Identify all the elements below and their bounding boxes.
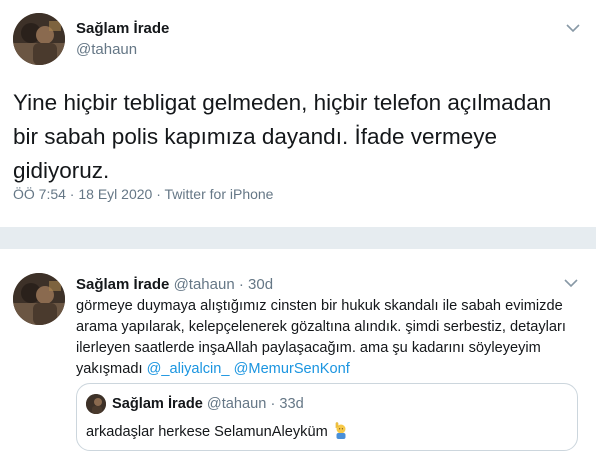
meta-separator: · [152,186,165,202]
reply-tweet-text-prefix: yakışmadı [76,361,147,377]
tweet-source[interactable]: Twitter for iPhone [165,186,274,202]
mention-link[interactable]: @MemurSenKonf [234,361,350,377]
reply-tweet-author-handle[interactable]: @tahaun [174,276,235,293]
quoted-tweet-text-content: arkadaşlar herkese SelamunAleyküm [86,424,328,440]
main-tweet-author-name[interactable]: Sağlam İrade [76,20,169,37]
header-dot: · [270,396,276,412]
reply-tweet-age[interactable]: 30d [248,276,273,293]
reply-tweet-text: görmeye duymaya alıştığımız cinsten bir … [76,296,581,380]
reply-tweet-text-line: yakışmadı @_aliyalcin_ @MemurSenKonf [76,359,581,380]
main-tweet-author-handle[interactable]: @tahaun [76,41,137,58]
mention-link[interactable]: @_aliyalcin_ [147,361,230,377]
quoted-tweet-avatar [86,394,106,414]
tweet-date[interactable]: 18 Eyl 2020 [78,186,152,202]
reply-tweet-text-line: arama yapılarak, kelepçelenerek gözaltın… [76,319,566,335]
reply-tweet-avatar[interactable] [13,273,65,325]
main-tweet-text-line: gidiyoruz. [13,158,110,183]
quoted-tweet-text: arkadaşlar herkese SelamunAleyküm [86,422,349,440]
header-dot: · [238,276,244,293]
chevron-down-icon[interactable] [566,20,580,36]
reply-tweet-text-line: görmeye duymaya alıştığımız cinsten bir … [76,298,563,314]
reply-tweet-author-name[interactable]: Sağlam İrade [76,276,169,293]
quoted-tweet-age: 33d [279,396,304,412]
main-tweet-avatar[interactable] [13,13,65,65]
quoted-tweet-header: Sağlam İrade @tahaun · 33d [112,396,304,412]
chevron-down-icon[interactable] [564,275,578,291]
main-tweet-meta: ÖÖ 7:54 · 18 Eyl 2020 · Twitter for iPho… [13,186,273,202]
quoted-tweet[interactable]: Sağlam İrade @tahaun · 33d arkadaşlar he… [76,383,578,451]
tweet-time[interactable]: ÖÖ 7:54 [13,186,66,202]
meta-separator: · [65,186,79,202]
main-tweet-text-line: bir sabah polis kapımıza dayandı. İfade … [13,124,498,149]
quoted-tweet-author-name: Sağlam İrade [112,396,203,412]
quoted-tweet-author-handle: @tahaun [206,396,267,412]
reply-tweet-text-line: ilerleyen saatlerde inşaAllah paylaşacağ… [76,340,541,356]
main-tweet-text: Yine hiçbir tebligat gelmeden, hiçbir te… [13,86,583,188]
main-tweet-text-line: Yine hiçbir tebligat gelmeden, hiçbir te… [13,90,552,115]
reply-tweet-header: Sağlam İrade @tahaun · 30d [76,276,273,293]
person-raising-hand-emoji-icon [332,422,349,439]
